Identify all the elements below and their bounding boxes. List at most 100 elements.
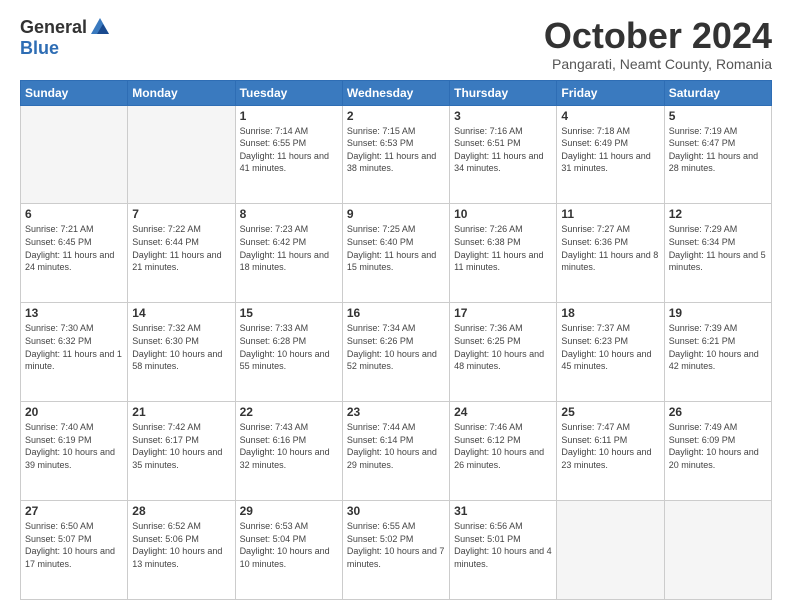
day-info: Sunrise: 7:27 AM Sunset: 6:36 PM Dayligh… (561, 223, 659, 273)
logo-blue-text: Blue (20, 38, 59, 59)
day-number: 7 (132, 207, 230, 221)
day-cell-8: 8 Sunrise: 7:23 AM Sunset: 6:42 PM Daylig… (235, 204, 342, 303)
day-number: 19 (669, 306, 767, 320)
day-info: Sunrise: 6:50 AM Sunset: 5:07 PM Dayligh… (25, 520, 123, 570)
day-number: 15 (240, 306, 338, 320)
day-info: Sunrise: 7:34 AM Sunset: 6:26 PM Dayligh… (347, 322, 445, 372)
day-number: 14 (132, 306, 230, 320)
day-info: Sunrise: 7:26 AM Sunset: 6:38 PM Dayligh… (454, 223, 552, 273)
day-info: Sunrise: 7:32 AM Sunset: 6:30 PM Dayligh… (132, 322, 230, 372)
day-info: Sunrise: 7:36 AM Sunset: 6:25 PM Dayligh… (454, 322, 552, 372)
day-cell-31: 31Sunrise: 6:56 AM Sunset: 5:01 PM Dayli… (450, 501, 557, 600)
weekday-header-thursday: Thursday (450, 80, 557, 105)
day-cell-17: 17 Sunrise: 7:36 AM Sunset: 6:25 PM Dayli… (450, 303, 557, 402)
day-info: Sunrise: 7:42 AM Sunset: 6:17 PM Dayligh… (132, 421, 230, 471)
day-cell-14: 14 Sunrise: 7:32 AM Sunset: 6:30 PM Dayli… (128, 303, 235, 402)
day-number: 20 (25, 405, 123, 419)
day-info: Sunrise: 7:39 AM Sunset: 6:21 PM Dayligh… (669, 322, 767, 372)
weekday-header-saturday: Saturday (664, 80, 771, 105)
day-cell-1: 1Sunrise: 7:14 AM Sunset: 6:55 PM Daylig… (235, 105, 342, 204)
week-row-3: 13Sunrise: 7:30 AM Sunset: 6:32 PM Dayli… (21, 303, 772, 402)
day-info: Sunrise: 7:16 AM Sunset: 6:51 PM Dayligh… (454, 125, 552, 175)
day-info: Sunrise: 7:23 AM Sunset: 6:42 PM Dayligh… (240, 223, 338, 273)
day-cell-7: 7 Sunrise: 7:22 AM Sunset: 6:44 PM Daylig… (128, 204, 235, 303)
day-number: 23 (347, 405, 445, 419)
day-cell-27: 27Sunrise: 6:50 AM Sunset: 5:07 PM Dayli… (21, 501, 128, 600)
day-info: Sunrise: 7:30 AM Sunset: 6:32 PM Dayligh… (25, 322, 123, 372)
day-cell-3: 3 Sunrise: 7:16 AM Sunset: 6:51 PM Daylig… (450, 105, 557, 204)
page: General Blue October 2024 Pangarati, Nea… (0, 0, 792, 612)
weekday-header-tuesday: Tuesday (235, 80, 342, 105)
day-cell-30: 30Sunrise: 6:55 AM Sunset: 5:02 PM Dayli… (342, 501, 449, 600)
day-info: Sunrise: 7:46 AM Sunset: 6:12 PM Dayligh… (454, 421, 552, 471)
day-number: 17 (454, 306, 552, 320)
day-number: 2 (347, 109, 445, 123)
day-info: Sunrise: 7:37 AM Sunset: 6:23 PM Dayligh… (561, 322, 659, 372)
day-number: 31 (454, 504, 552, 518)
day-info: Sunrise: 6:55 AM Sunset: 5:02 PM Dayligh… (347, 520, 445, 570)
day-info: Sunrise: 6:53 AM Sunset: 5:04 PM Dayligh… (240, 520, 338, 570)
weekday-header-friday: Friday (557, 80, 664, 105)
weekday-header-sunday: Sunday (21, 80, 128, 105)
day-info: Sunrise: 7:14 AM Sunset: 6:55 PM Dayligh… (240, 125, 338, 175)
day-cell-18: 18Sunrise: 7:37 AM Sunset: 6:23 PM Dayli… (557, 303, 664, 402)
day-number: 22 (240, 405, 338, 419)
day-number: 3 (454, 109, 552, 123)
month-title: October 2024 (544, 16, 772, 56)
day-number: 8 (240, 207, 338, 221)
day-number: 10 (454, 207, 552, 221)
day-cell-9: 9 Sunrise: 7:25 AM Sunset: 6:40 PM Daylig… (342, 204, 449, 303)
day-cell-2: 2Sunrise: 7:15 AM Sunset: 6:53 PM Daylig… (342, 105, 449, 204)
header-right: October 2024 Pangarati, Neamt County, Ro… (544, 16, 772, 72)
week-row-4: 20 Sunrise: 7:40 AM Sunset: 6:19 PM Dayli… (21, 402, 772, 501)
day-cell-29: 29 Sunrise: 6:53 AM Sunset: 5:04 PM Dayli… (235, 501, 342, 600)
week-row-2: 6 Sunrise: 7:21 AM Sunset: 6:45 PM Daylig… (21, 204, 772, 303)
day-cell-21: 21 Sunrise: 7:42 AM Sunset: 6:17 PM Dayli… (128, 402, 235, 501)
day-cell-28: 28Sunrise: 6:52 AM Sunset: 5:06 PM Dayli… (128, 501, 235, 600)
day-number: 29 (240, 504, 338, 518)
empty-cell (21, 105, 128, 204)
day-number: 25 (561, 405, 659, 419)
day-cell-15: 15Sunrise: 7:33 AM Sunset: 6:28 PM Dayli… (235, 303, 342, 402)
day-number: 5 (669, 109, 767, 123)
day-number: 21 (132, 405, 230, 419)
day-info: Sunrise: 7:29 AM Sunset: 6:34 PM Dayligh… (669, 223, 767, 273)
day-cell-16: 16 Sunrise: 7:34 AM Sunset: 6:26 PM Dayli… (342, 303, 449, 402)
day-number: 9 (347, 207, 445, 221)
day-cell-25: 25 Sunrise: 7:47 AM Sunset: 6:11 PM Dayli… (557, 402, 664, 501)
day-cell-11: 11Sunrise: 7:27 AM Sunset: 6:36 PM Dayli… (557, 204, 664, 303)
week-row-5: 27Sunrise: 6:50 AM Sunset: 5:07 PM Dayli… (21, 501, 772, 600)
day-info: Sunrise: 7:18 AM Sunset: 6:49 PM Dayligh… (561, 125, 659, 175)
day-info: Sunrise: 7:19 AM Sunset: 6:47 PM Dayligh… (669, 125, 767, 175)
day-cell-23: 23Sunrise: 7:44 AM Sunset: 6:14 PM Dayli… (342, 402, 449, 501)
header: General Blue October 2024 Pangarati, Nea… (20, 16, 772, 72)
empty-cell (128, 105, 235, 204)
day-cell-12: 12Sunrise: 7:29 AM Sunset: 6:34 PM Dayli… (664, 204, 771, 303)
day-cell-6: 6 Sunrise: 7:21 AM Sunset: 6:45 PM Daylig… (21, 204, 128, 303)
logo-general-text: General (20, 17, 87, 38)
day-cell-19: 19 Sunrise: 7:39 AM Sunset: 6:21 PM Dayli… (664, 303, 771, 402)
day-cell-26: 26 Sunrise: 7:49 AM Sunset: 6:09 PM Dayli… (664, 402, 771, 501)
logo: General Blue (20, 16, 111, 59)
day-number: 6 (25, 207, 123, 221)
day-cell-4: 4 Sunrise: 7:18 AM Sunset: 6:49 PM Daylig… (557, 105, 664, 204)
day-info: Sunrise: 7:25 AM Sunset: 6:40 PM Dayligh… (347, 223, 445, 273)
day-info: Sunrise: 7:22 AM Sunset: 6:44 PM Dayligh… (132, 223, 230, 273)
day-number: 16 (347, 306, 445, 320)
empty-cell (664, 501, 771, 600)
day-info: Sunrise: 7:43 AM Sunset: 6:16 PM Dayligh… (240, 421, 338, 471)
day-number: 4 (561, 109, 659, 123)
day-cell-5: 5 Sunrise: 7:19 AM Sunset: 6:47 PM Daylig… (664, 105, 771, 204)
day-cell-24: 24Sunrise: 7:46 AM Sunset: 6:12 PM Dayli… (450, 402, 557, 501)
day-info: Sunrise: 7:40 AM Sunset: 6:19 PM Dayligh… (25, 421, 123, 471)
day-info: Sunrise: 6:52 AM Sunset: 5:06 PM Dayligh… (132, 520, 230, 570)
day-number: 26 (669, 405, 767, 419)
day-info: Sunrise: 7:21 AM Sunset: 6:45 PM Dayligh… (25, 223, 123, 273)
day-info: Sunrise: 7:49 AM Sunset: 6:09 PM Dayligh… (669, 421, 767, 471)
day-info: Sunrise: 7:47 AM Sunset: 6:11 PM Dayligh… (561, 421, 659, 471)
day-cell-20: 20 Sunrise: 7:40 AM Sunset: 6:19 PM Dayli… (21, 402, 128, 501)
weekday-header-monday: Monday (128, 80, 235, 105)
weekday-header-row: SundayMondayTuesdayWednesdayThursdayFrid… (21, 80, 772, 105)
day-cell-13: 13Sunrise: 7:30 AM Sunset: 6:32 PM Dayli… (21, 303, 128, 402)
calendar-table: SundayMondayTuesdayWednesdayThursdayFrid… (20, 80, 772, 600)
